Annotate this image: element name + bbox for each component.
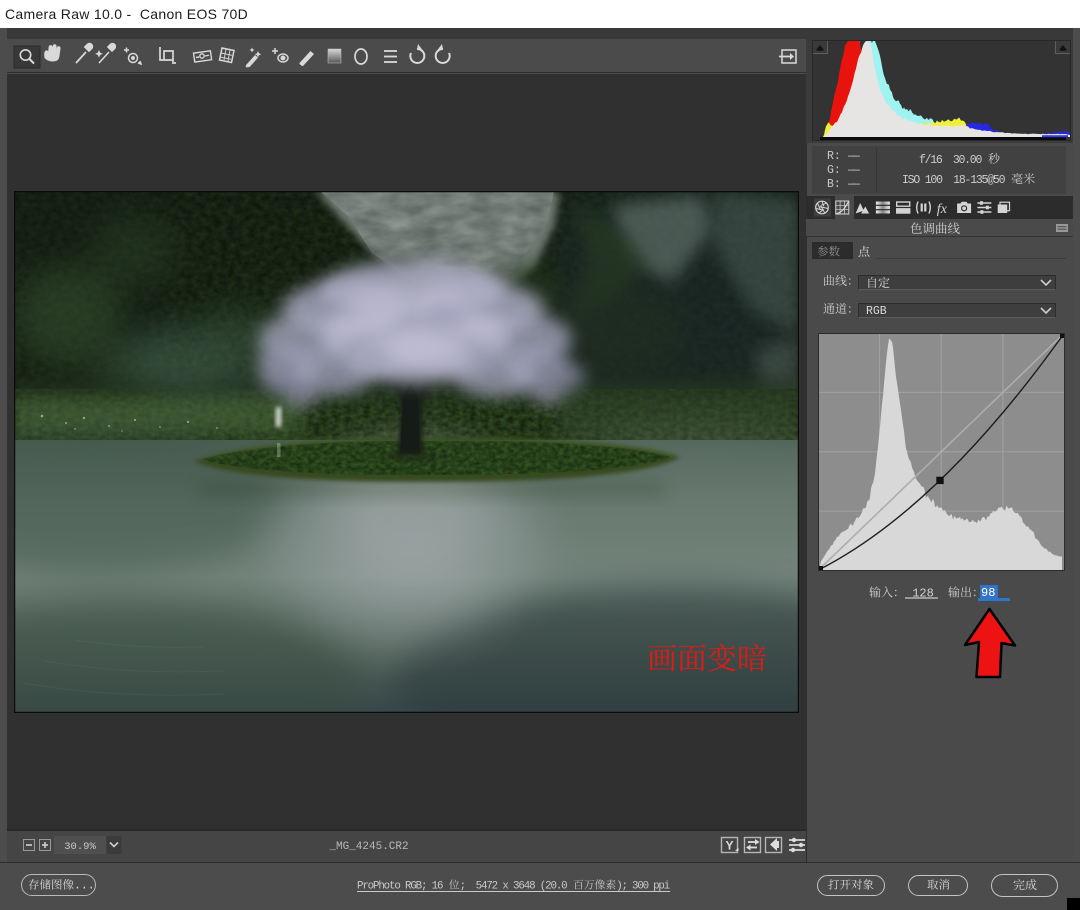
svg-text:_MG_4245.CR2: _MG_4245.CR2 <box>328 841 408 853</box>
svg-text:30.9%: 30.9% <box>64 841 96 853</box>
svg-text:); 300 ppi: ); 300 ppi <box>617 881 671 893</box>
svg-text:ProPhoto RGB; 16: ProPhoto RGB; 16 <box>357 881 449 893</box>
svg-text:; 5472 x 3648 (20.0: ; 5472 x 3648 (20.0 <box>460 881 573 893</box>
svg-text:f/16 30.00: f/16 30.00 <box>919 154 988 167</box>
svg-text:...: ... <box>74 880 95 893</box>
svg-text:fx: fx <box>937 202 948 217</box>
svg-text:ISO 100 18-135@50: ISO 100 18-135@50 <box>902 174 1011 187</box>
svg-text:Y: Y <box>725 839 733 853</box>
